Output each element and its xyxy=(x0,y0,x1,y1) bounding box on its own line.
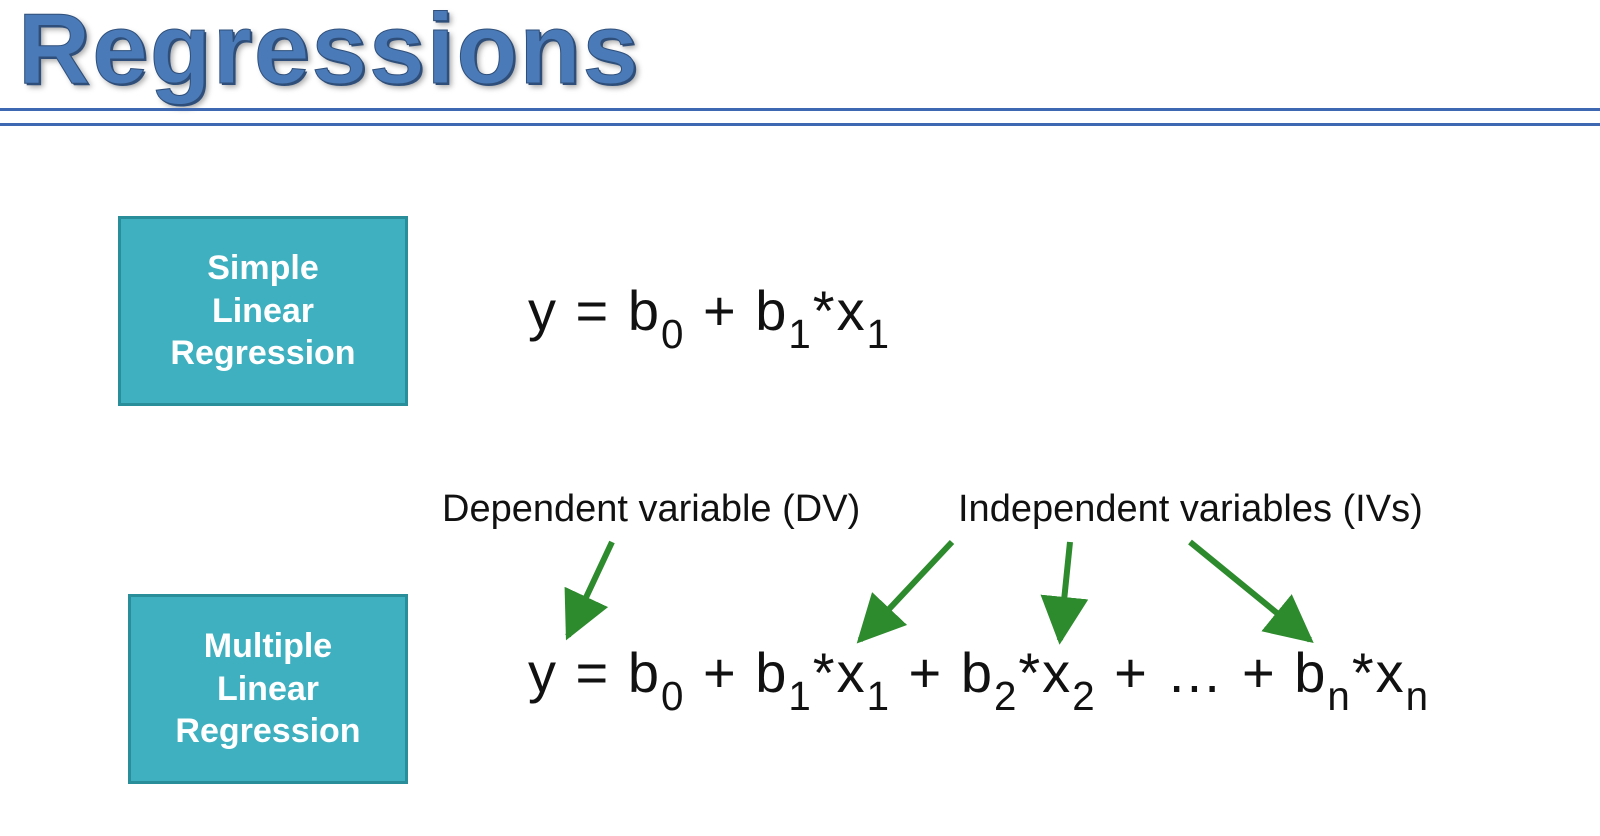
arrow-iv-xn xyxy=(1190,542,1310,640)
title-underline xyxy=(0,108,1600,126)
equation-multiple: y = b0 + b1*x1 + b2*x2 + … + bn*xn xyxy=(528,640,1430,714)
label-box-multiple: Multiple Linear Regression xyxy=(128,594,408,784)
equation-simple: y = b0 + b1*x1 xyxy=(528,278,891,352)
label-box-simple: Simple Linear Regression xyxy=(118,216,408,406)
label-box-line: Multiple xyxy=(204,625,332,668)
label-box-line: Linear xyxy=(217,668,319,711)
slide-title: Regressions xyxy=(18,0,640,107)
label-box-line: Linear xyxy=(212,290,314,333)
arrow-iv-x1 xyxy=(860,542,952,640)
arrow-iv-x2 xyxy=(1060,542,1070,640)
arrow-dv xyxy=(568,542,612,636)
label-box-line: Simple xyxy=(207,247,318,290)
label-box-line: Regression xyxy=(170,332,355,375)
annotation-dv: Dependent variable (DV) xyxy=(442,488,860,531)
label-box-line: Regression xyxy=(175,710,360,753)
annotation-iv: Independent variables (IVs) xyxy=(958,488,1423,531)
